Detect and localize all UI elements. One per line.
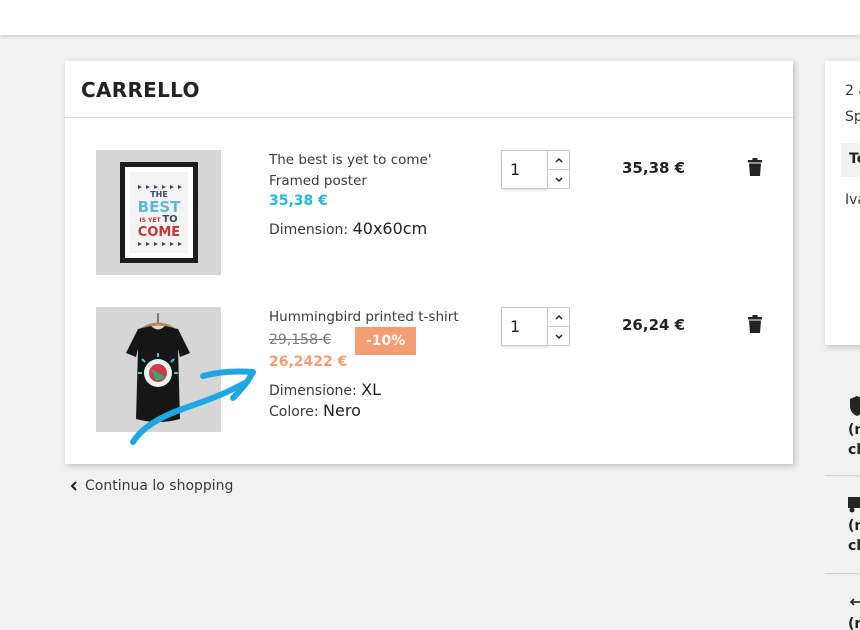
attribute-label: Dimensione: bbox=[269, 383, 357, 399]
product-name-line: Framed poster bbox=[269, 173, 367, 189]
reassurance-text: cl bbox=[848, 442, 860, 458]
line-total: 35,38 € bbox=[622, 159, 686, 177]
product-image-poster[interactable]: THE BEST IS YET TO COME bbox=[96, 150, 221, 275]
product-name-line: The best is yet to come' bbox=[269, 152, 432, 168]
summary-total: To bbox=[841, 143, 860, 177]
reassurance-text: (n bbox=[848, 616, 860, 630]
line-total: 26,24 € bbox=[622, 316, 686, 334]
top-header-bar bbox=[0, 0, 860, 35]
quantity-input[interactable] bbox=[501, 150, 548, 189]
poster-text-come: COME bbox=[138, 225, 180, 240]
arrows-icon bbox=[850, 598, 860, 606]
remove-item-button[interactable] bbox=[748, 315, 762, 333]
summary-items-count: 2 a bbox=[845, 83, 860, 99]
quantity-stepper bbox=[501, 150, 570, 189]
reassurance-text: (n bbox=[848, 422, 860, 438]
product-price: 35,38 € bbox=[269, 193, 328, 209]
discount-badge: -10% bbox=[355, 327, 417, 355]
quantity-input[interactable] bbox=[501, 307, 548, 346]
trash-icon bbox=[748, 158, 762, 176]
remove-item-button[interactable] bbox=[748, 158, 762, 176]
product-name-link[interactable]: The best is yet to come' Framed poster bbox=[269, 150, 432, 192]
attribute-value: 40x60cm bbox=[352, 219, 428, 238]
truck-icon bbox=[848, 497, 860, 513]
quantity-decrease-button[interactable] bbox=[547, 169, 570, 189]
quantity-stepper bbox=[501, 307, 570, 346]
shield-icon bbox=[850, 396, 860, 416]
continue-shopping-label: Continua lo shopping bbox=[85, 478, 234, 494]
reassurance-text: cl bbox=[848, 538, 860, 554]
product-attribute: Colore: Nero bbox=[269, 401, 361, 420]
product-attribute: Dimensione: XL bbox=[269, 380, 381, 399]
poster-text-is-yet: IS YET bbox=[139, 217, 161, 224]
chevron-down-icon bbox=[554, 176, 563, 182]
page-title: CARRELLO bbox=[81, 78, 200, 102]
annotation-arrow bbox=[130, 368, 256, 445]
poster-text-to: TO bbox=[162, 214, 177, 225]
divider bbox=[825, 475, 860, 476]
chevron-left-icon bbox=[70, 481, 77, 491]
attribute-label: Dimension: bbox=[269, 222, 349, 238]
summary-tax: Iva bbox=[845, 192, 860, 208]
continue-shopping-link[interactable]: Continua lo shopping bbox=[69, 478, 233, 494]
cart-summary-panel: 2 a Sp To Iva bbox=[825, 61, 860, 345]
product-name-link[interactable]: Hummingbird printed t-shirt bbox=[269, 307, 459, 328]
trash-icon bbox=[748, 315, 762, 333]
attribute-value: Nero bbox=[323, 401, 361, 420]
quantity-increase-button[interactable] bbox=[547, 307, 570, 327]
product-attribute: Dimension: 40x60cm bbox=[269, 219, 427, 238]
attribute-value: XL bbox=[361, 380, 382, 399]
divider bbox=[825, 573, 860, 574]
quantity-increase-button[interactable] bbox=[547, 150, 570, 170]
reassurance-text: (n bbox=[848, 518, 860, 534]
summary-shipping: Sp bbox=[845, 109, 860, 125]
chevron-down-icon bbox=[554, 333, 563, 339]
product-price: 26,2422 € bbox=[269, 354, 348, 370]
divider bbox=[65, 117, 793, 118]
chevron-up-icon bbox=[554, 314, 563, 320]
quantity-decrease-button[interactable] bbox=[547, 326, 570, 346]
framed-poster-icon: THE BEST IS YET TO COME bbox=[120, 162, 198, 263]
attribute-label: Colore: bbox=[269, 404, 319, 420]
chevron-up-icon bbox=[554, 157, 563, 163]
regular-price: 29,158 € bbox=[269, 332, 332, 348]
